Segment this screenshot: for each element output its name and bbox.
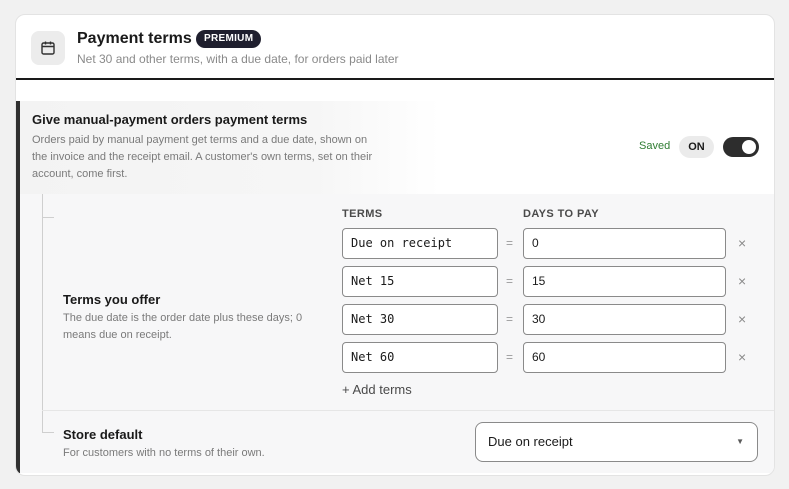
terms-column-header: TERMS [342,208,383,220]
payment-terms-section: Give manual-payment orders payment terms… [16,101,774,473]
tree-tick-default [42,432,54,433]
days-to-pay-input[interactable]: 15 [523,266,726,297]
equals-sign: = [506,350,514,364]
tree-connector [42,194,43,432]
term-name-input[interactable]: Due on receipt [342,228,498,259]
manual-terms-title: Give manual-payment orders payment terms [32,112,308,127]
chevron-down-icon: ▼ [736,437,744,446]
section-divider [42,410,774,411]
terms-offer-title: Terms you offer [63,292,161,307]
manual-terms-switch[interactable] [723,137,759,157]
days-to-pay-input[interactable]: 0 [523,228,726,259]
days-column-header: DAYS TO PAY [523,208,599,220]
equals-sign: = [506,236,514,250]
tree-tick-terms [42,217,54,218]
store-default-title: Store default [63,427,143,442]
remove-term-icon[interactable]: × [738,311,746,327]
remove-term-icon[interactable]: × [738,273,746,289]
card-header: Payment terms PREMIUM Net 30 and other t… [16,15,774,80]
term-name-input[interactable]: Net 15 [342,266,498,297]
manual-terms-toggle-row: Give manual-payment orders payment terms… [20,101,774,194]
equals-sign: = [506,274,514,288]
term-name-input[interactable]: Net 30 [342,304,498,335]
term-name-input[interactable]: Net 60 [342,342,498,373]
premium-badge: PREMIUM [196,30,262,48]
remove-term-icon[interactable]: × [738,235,746,251]
days-to-pay-input[interactable]: 60 [523,342,726,373]
switch-knob [742,140,756,154]
manual-terms-description: Orders paid by manual payment get terms … [32,134,373,180]
calendar-icon [31,31,65,65]
card-subtitle: Net 30 and other terms, with a due date,… [77,52,399,66]
days-to-pay-input[interactable]: 30 [523,304,726,335]
add-terms-button[interactable]: + Add terms [342,382,412,397]
remove-term-icon[interactable]: × [738,349,746,365]
saved-status: Saved [639,140,671,152]
store-default-value: Due on receipt [488,434,573,449]
payment-terms-card: Payment terms PREMIUM Net 30 and other t… [15,14,775,476]
terms-offer-description: The due date is the order date plus thes… [63,312,303,341]
store-default-description: For customers with no terms of their own… [63,447,265,459]
on-state-badge: ON [679,136,714,158]
equals-sign: = [506,312,514,326]
card-title: Payment terms [77,30,192,47]
store-default-select[interactable]: Due on receipt ▼ [475,422,758,462]
